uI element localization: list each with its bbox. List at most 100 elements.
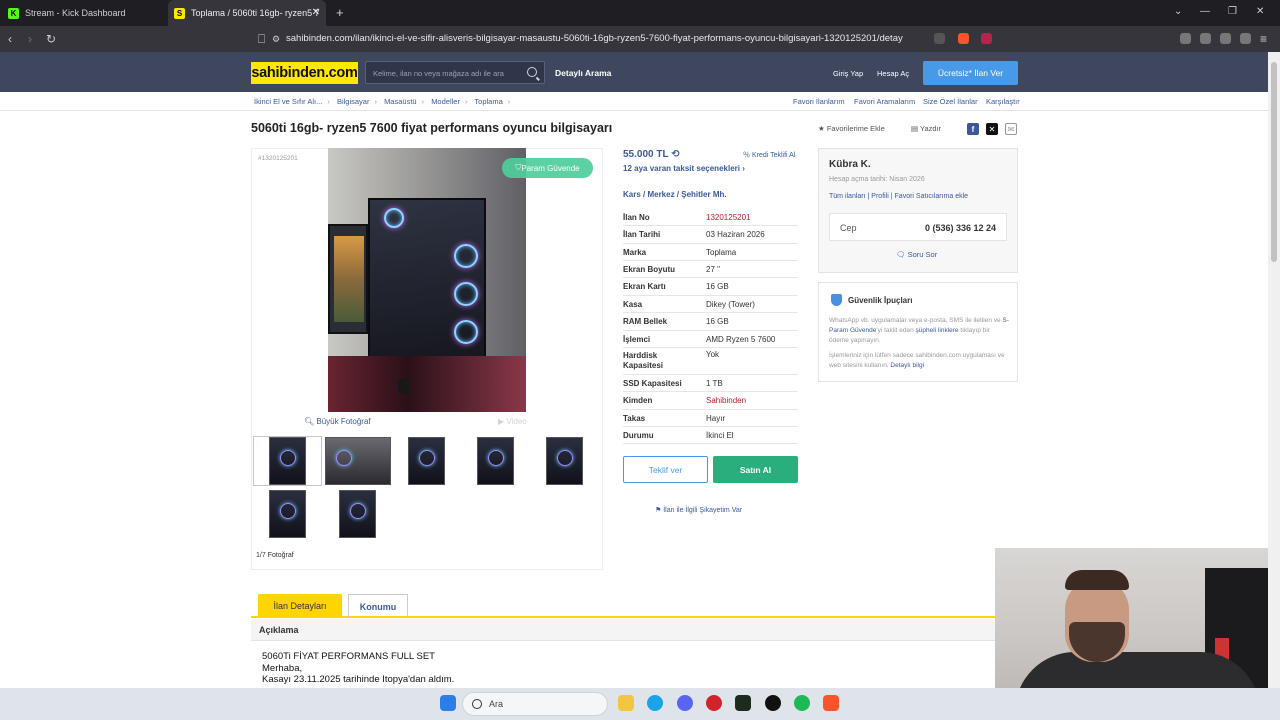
email-share-icon[interactable]: ✉ xyxy=(1005,123,1017,135)
thumbnail[interactable] xyxy=(530,436,599,486)
thumbnail[interactable] xyxy=(392,436,461,486)
taskbar-search[interactable]: Ara xyxy=(462,692,608,716)
vpn-icon[interactable] xyxy=(1240,33,1251,44)
installment-link[interactable]: 12 aya varan taksit seçenekleri › xyxy=(623,164,745,173)
thumbnail[interactable] xyxy=(253,489,322,539)
thumbnail[interactable] xyxy=(323,489,392,539)
details-table: İlan No 1320125201 İlan Tarihi 03 Haziran … xyxy=(623,209,798,444)
seller-name[interactable]: Kübra K. xyxy=(829,159,871,170)
details-link[interactable]: Detaylı bilgi xyxy=(890,362,924,369)
compare-link[interactable]: Karşılaştır xyxy=(986,97,1020,106)
price-history-icon[interactable]: ⟲ xyxy=(671,149,679,160)
add-favorite-link[interactable]: ★ Favorilerime Ekle xyxy=(818,124,885,133)
breadcrumb-item[interactable]: Masaüstü xyxy=(384,97,417,106)
maximize-icon[interactable]: ❐ xyxy=(1228,6,1237,17)
wallet-icon[interactable] xyxy=(1200,33,1211,44)
site-logo[interactable]: sahibinden.com xyxy=(251,62,358,84)
new-tab-button[interactable]: + xyxy=(336,5,344,20)
table-row: İlan No 1320125201 xyxy=(623,209,798,226)
edge-icon[interactable] xyxy=(647,695,663,711)
thumbnail[interactable] xyxy=(461,436,530,486)
tab-sahibinden[interactable]: S Toplama / 5060ti 16gb- ryzen5 7 ✕ xyxy=(168,0,326,26)
spotify-icon[interactable] xyxy=(794,695,810,711)
special-listings-link[interactable]: Size Özel İlanlar xyxy=(923,97,978,106)
register-link[interactable]: Hesap Aç xyxy=(877,69,909,78)
ask-question-link[interactable]: 🗨︎ Soru Sor xyxy=(896,250,937,259)
extensions-icon[interactable] xyxy=(1220,33,1231,44)
search-icon[interactable] xyxy=(527,67,537,77)
breadcrumb-item[interactable]: Toplama xyxy=(474,97,502,106)
safety-tips-title: Güvenlik İpuçları xyxy=(848,296,913,305)
big-photo-link[interactable]: 🔍︎ Büyük Fotoğraf xyxy=(304,417,371,426)
table-row: Ekran Kartı 16 GB xyxy=(623,278,798,296)
detail-value: Yok xyxy=(706,350,720,359)
app-icon[interactable] xyxy=(706,695,722,711)
all-listings-link[interactable]: Tüm ilanları xyxy=(829,193,866,200)
x-share-icon[interactable]: ✕ xyxy=(986,123,998,135)
detail-value: İkinci El xyxy=(706,430,734,440)
make-offer-button[interactable]: Teklif ver xyxy=(623,456,708,483)
login-link[interactable]: Giriş Yap xyxy=(833,69,863,78)
bookmark-icon[interactable]: ⎕ xyxy=(258,32,265,47)
discord-icon[interactable] xyxy=(677,695,693,711)
tip-text: WhatsApp vb. uygulamalar veya e-posta, S… xyxy=(829,317,1003,324)
windows-taskbar xyxy=(0,688,1280,720)
breadcrumb-item[interactable]: İkinci El ve Sıfır Alı... xyxy=(254,97,322,106)
tab-title: Stream - Kick Dashboard xyxy=(25,8,126,18)
thumbnail[interactable] xyxy=(253,436,322,486)
file-explorer-icon[interactable] xyxy=(618,695,634,711)
scrollbar-thumb[interactable] xyxy=(1271,62,1277,262)
percent-icon: ％ xyxy=(743,152,752,159)
close-window-icon[interactable]: ✕ xyxy=(1256,6,1264,17)
detail-value: AMD Ryzen 5 7600 xyxy=(706,334,776,344)
complaint-link[interactable]: ⚑ İlan ile İlgili Şikayetim Var xyxy=(655,506,742,514)
page-scrollbar[interactable] xyxy=(1268,52,1280,688)
breadcrumb-item[interactable]: Bilgisayar xyxy=(337,97,370,106)
main-photo[interactable] xyxy=(328,148,526,412)
thumbnail[interactable] xyxy=(323,436,392,486)
tab-kick-dashboard[interactable]: K Stream - Kick Dashboard xyxy=(8,0,163,26)
breadcrumb-item[interactable]: Modeller xyxy=(431,97,460,106)
safe-badge-label: Param Güvende xyxy=(521,163,580,173)
credit-offer-link[interactable]: ％ Kredi Teklifi Al xyxy=(743,150,795,160)
table-row: Kimden Sahibinden xyxy=(623,392,798,410)
minimize-icon[interactable]: — xyxy=(1200,6,1210,17)
url-field[interactable]: sahibinden.com/ilan/ikinci-el-ve-sifir-a… xyxy=(286,33,903,44)
favorite-listings-link[interactable]: Favori İlanlarım xyxy=(793,97,845,106)
favorite-searches-link[interactable]: Favori Aramalarım xyxy=(854,97,915,106)
detail-value: 16 GB xyxy=(706,317,729,326)
buy-button[interactable]: Satın Al xyxy=(713,456,798,483)
windows-start-icon[interactable] xyxy=(440,695,456,711)
reader-icon[interactable] xyxy=(934,33,945,44)
table-row: Durumu İkinci El xyxy=(623,427,798,444)
reload-icon[interactable]: ↻ xyxy=(46,32,56,46)
facebook-share-icon[interactable]: f xyxy=(967,123,979,135)
detailed-search-link[interactable]: Detaylı Arama xyxy=(555,68,611,78)
rewards-icon[interactable] xyxy=(981,33,992,44)
terminal-icon[interactable] xyxy=(735,695,751,711)
obs-icon[interactable] xyxy=(765,695,781,711)
print-link[interactable]: ▤ Yazdır xyxy=(911,124,941,133)
phone-number[interactable]: 0 (536) 336 12 24 xyxy=(925,223,996,233)
location-link[interactable]: Kars / Merkez / Şehitler Mh. xyxy=(623,190,727,199)
search-input[interactable]: Kelime, ilan no veya mağaza adı ile ara xyxy=(365,61,545,84)
tab-location[interactable]: Konumu xyxy=(348,594,408,618)
forward-icon[interactable]: › xyxy=(28,32,32,46)
profile-link[interactable]: Profili xyxy=(871,193,889,200)
tab-title: Toplama / 5060ti 16gb- ryzen5 7 xyxy=(191,8,320,18)
credit-label: Kredi Teklifi Al xyxy=(751,152,796,159)
tab-listing-details[interactable]: İlan Detayları xyxy=(258,594,342,618)
tab-list-icon[interactable]: ⌄ xyxy=(1174,6,1182,17)
back-icon[interactable]: ‹ xyxy=(8,32,12,46)
sidebar-icon[interactable] xyxy=(1180,33,1191,44)
brave-shield-icon[interactable] xyxy=(958,33,969,44)
site-info-icon[interactable]: ⚙ xyxy=(272,34,280,45)
close-tab-icon[interactable]: ✕ xyxy=(312,7,320,18)
brave-icon[interactable] xyxy=(823,695,839,711)
menu-icon[interactable]: ≡ xyxy=(1260,32,1267,46)
post-ad-button[interactable]: Ücretsiz* İlan Ver xyxy=(923,61,1018,85)
fan-light xyxy=(454,320,478,344)
zoom-icon: 🔍︎ xyxy=(304,417,317,426)
favorite-seller-link[interactable]: Favori Satıcılarıma ekle xyxy=(895,193,969,200)
detail-key: Kasa xyxy=(623,299,643,309)
